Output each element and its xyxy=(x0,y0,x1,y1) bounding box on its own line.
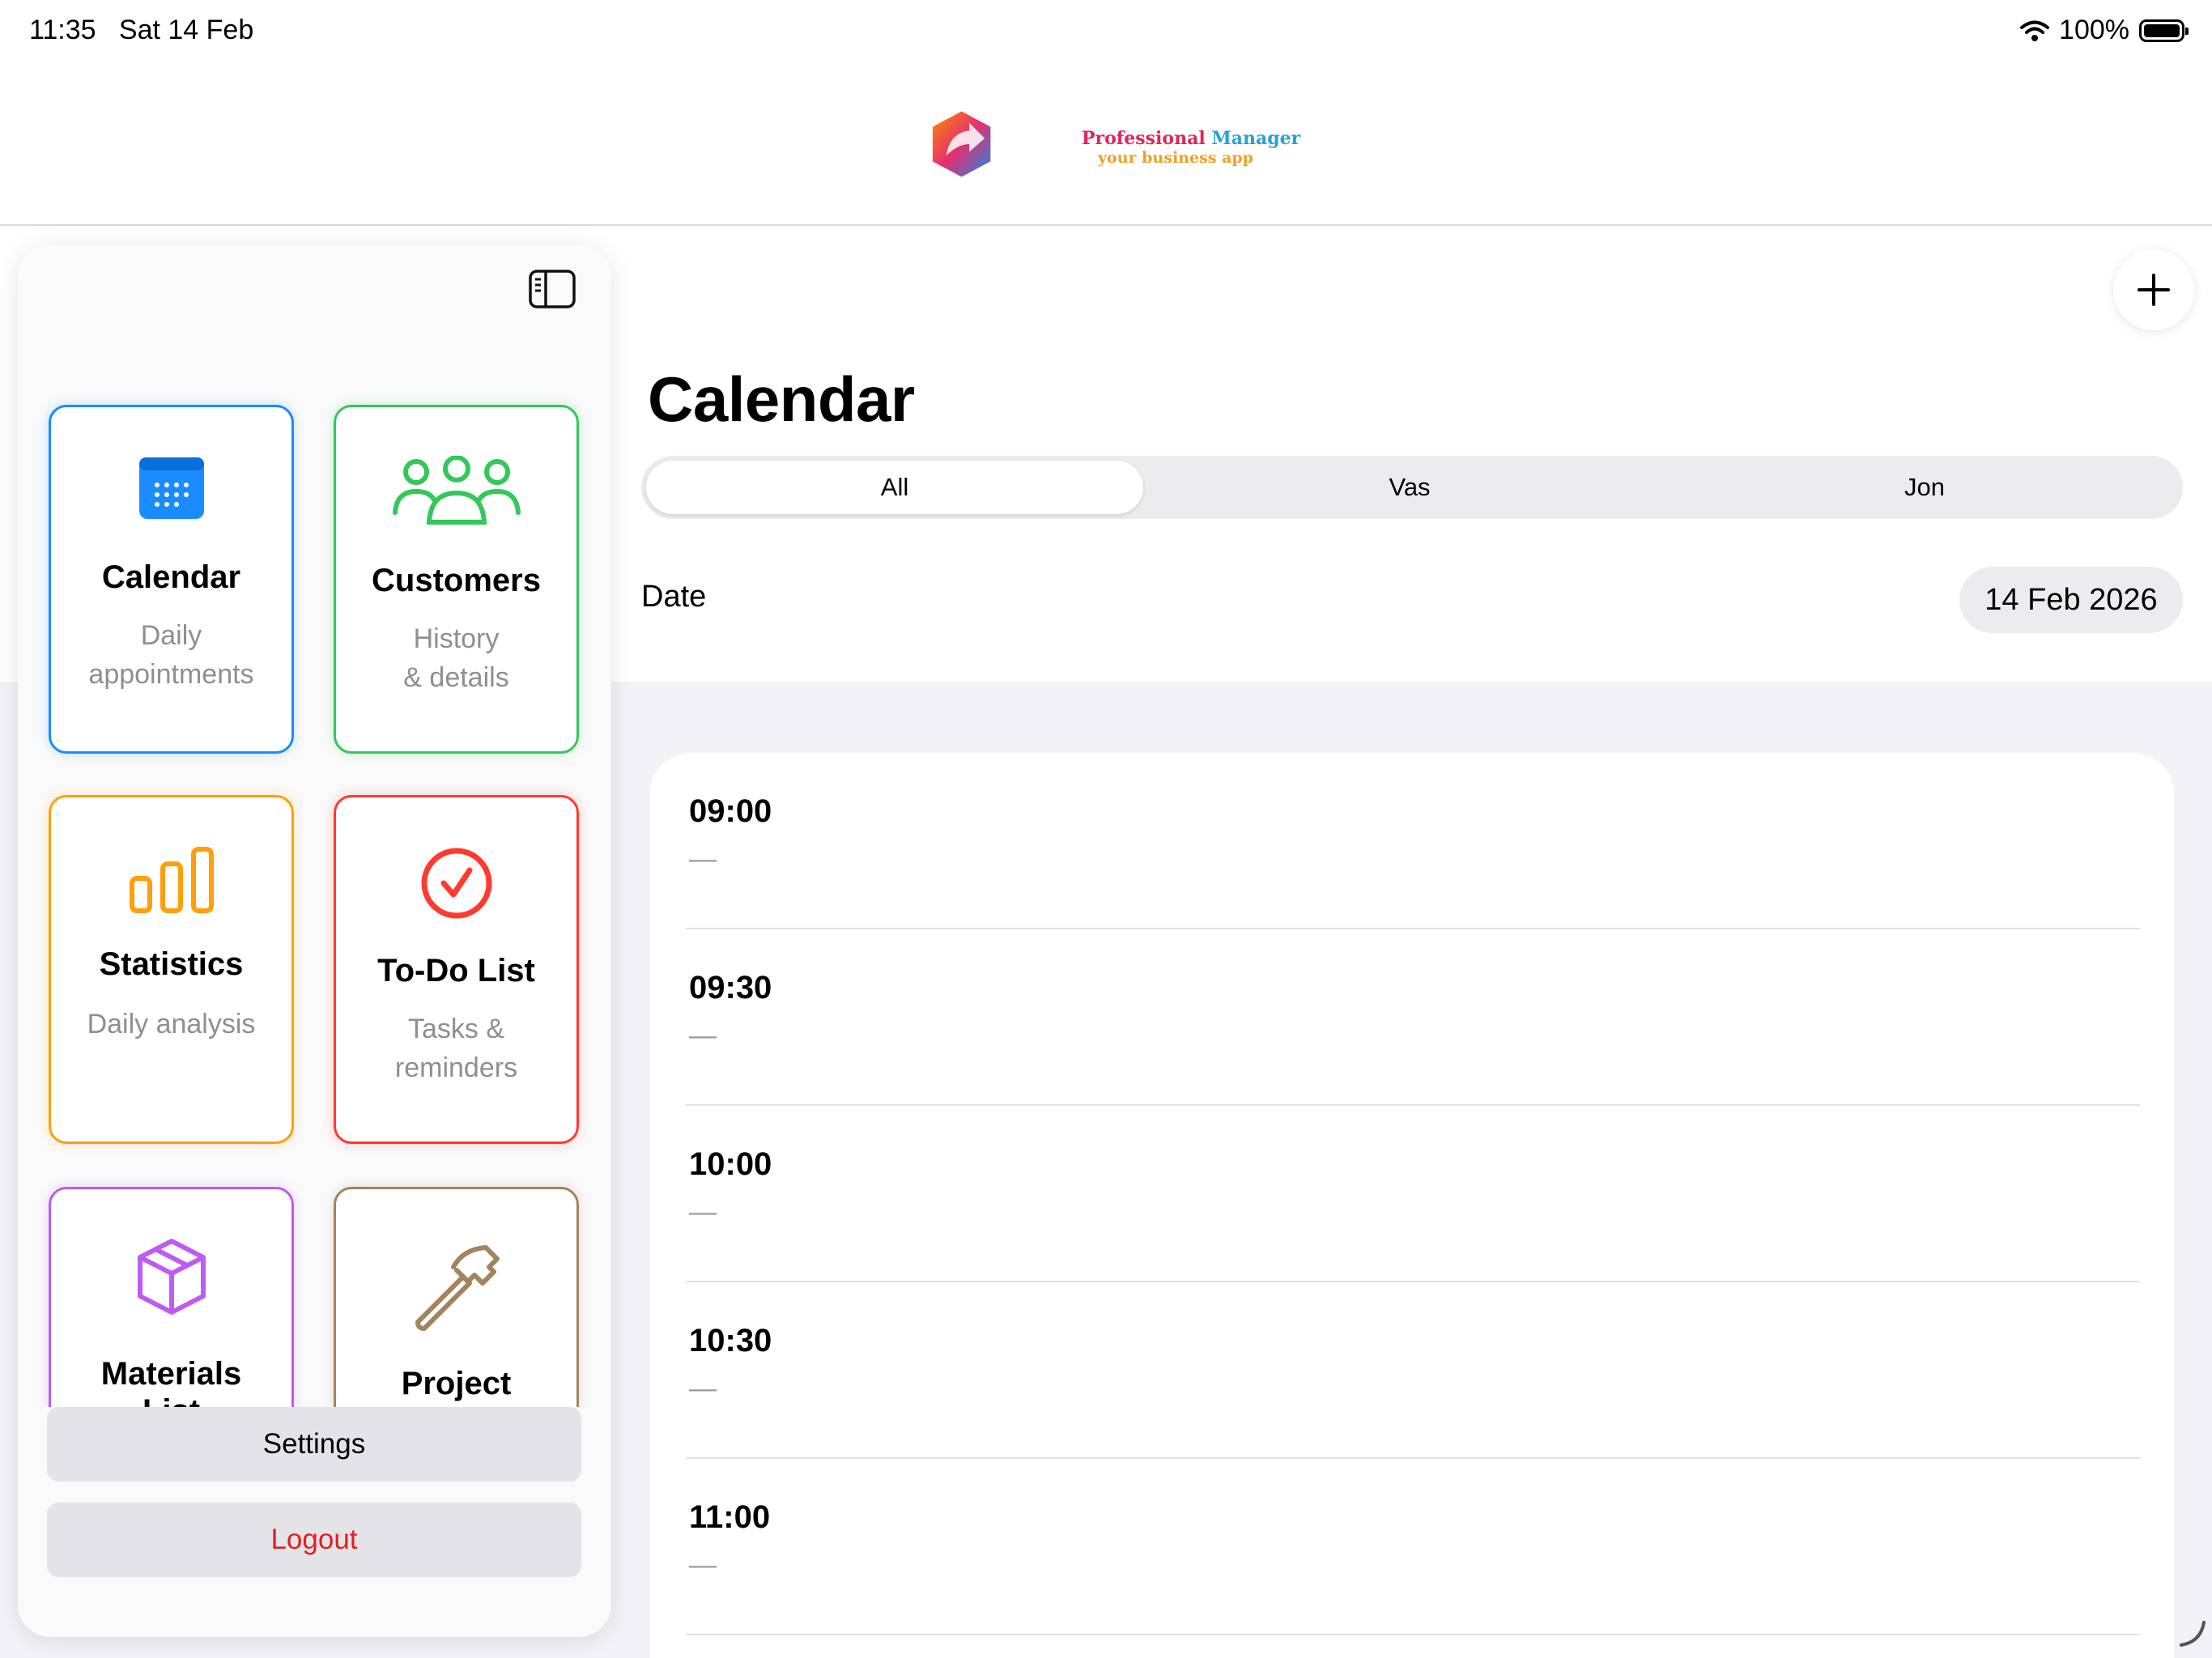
tile-title: Customers xyxy=(372,563,541,598)
time-slot[interactable]: 09:00 — xyxy=(686,753,2140,929)
tile-calendar[interactable]: Calendar Daily appointments xyxy=(49,405,294,754)
status-date: Sat 14 Feb xyxy=(118,15,254,45)
tile-subtitle-line1: Daily xyxy=(140,620,202,651)
time-slot[interactable]: 10:30 — xyxy=(686,1282,2140,1459)
box-icon xyxy=(137,1239,206,1315)
tile-subtitle-line2: & details xyxy=(403,662,509,693)
staff-filter-segmented-control: All Vas Jon xyxy=(641,456,2183,519)
segment-jon[interactable]: Jon xyxy=(1676,461,2173,514)
tile-title: Calendar xyxy=(101,559,241,595)
tile-subtitle-line2: appointments xyxy=(88,659,254,690)
slot-empty-indicator: — xyxy=(689,1550,717,1580)
sidebar-footer: Settings Logout xyxy=(18,1407,611,1637)
wifi-icon xyxy=(2020,20,2050,41)
tile-subtitle-line1: Tasks & xyxy=(407,1014,505,1044)
segment-all[interactable]: All xyxy=(646,461,1143,514)
slot-empty-indicator: — xyxy=(689,1197,717,1227)
time-slot[interactable]: 09:30 — xyxy=(686,929,2140,1106)
slot-time: 09:00 xyxy=(689,793,772,829)
slot-empty-indicator: — xyxy=(689,1373,717,1404)
header-divider xyxy=(0,224,2212,226)
tile-todo-list[interactable]: To-Do List Tasks & reminders xyxy=(334,795,579,1144)
sidebar-toggle-icon[interactable] xyxy=(528,269,576,309)
tile-subtitle-line1: History xyxy=(413,623,500,654)
checkmark-circle-icon xyxy=(421,848,491,919)
slot-empty-indicator: — xyxy=(689,844,717,874)
tile-title: Materials xyxy=(100,1356,242,1392)
tile-title: Statistics xyxy=(99,946,244,982)
calendar-icon xyxy=(138,457,204,519)
slot-empty-indicator: — xyxy=(689,1020,717,1051)
tile-title: Project xyxy=(401,1366,512,1401)
tile-subtitle-line2: reminders xyxy=(394,1052,518,1083)
add-button[interactable] xyxy=(2113,249,2194,330)
logo-text: Professional Manager your business app xyxy=(1082,128,1300,167)
plus-icon xyxy=(2138,274,2170,306)
battery-icon xyxy=(2139,19,2189,42)
time-slot[interactable]: 10:00 — xyxy=(686,1106,2140,1282)
status-time: 11:35 Sat 14 Feb xyxy=(29,15,253,46)
hammer-icon xyxy=(415,1245,500,1331)
people-icon xyxy=(392,456,521,525)
tile-subtitle-line1: Daily analysis xyxy=(87,1009,256,1039)
battery-percent: 100% xyxy=(2059,15,2129,45)
logo-word-professional: Professional xyxy=(1082,128,1206,149)
status-clock: 11:35 xyxy=(29,15,96,45)
slot-time: 10:00 xyxy=(689,1146,772,1182)
settings-button[interactable]: Settings xyxy=(47,1407,581,1482)
chart-icon xyxy=(129,847,214,913)
time-slot[interactable]: 11:00 — xyxy=(686,1459,2140,1635)
loading-spinner-icon xyxy=(2180,1621,2206,1647)
app-logo xyxy=(932,111,991,177)
day-timeline: 09:00 — 09:30 — 10:00 — 10:30 — 11:00 — xyxy=(650,753,2174,1658)
sidebar: Calendar Daily appointments Customers Hi… xyxy=(18,244,611,1637)
slot-time: 11:00 xyxy=(689,1499,771,1535)
date-label: Date xyxy=(641,580,707,614)
logo-word-manager: Manager xyxy=(1211,128,1301,149)
logo-tagline: your business app xyxy=(1098,149,1253,167)
tile-statistics[interactable]: Statistics Daily analysis xyxy=(49,795,294,1144)
slot-time: 09:30 xyxy=(689,970,772,1005)
status-indicators: 100% xyxy=(2020,15,2189,46)
date-picker[interactable]: 14 Feb 2026 xyxy=(1959,567,2183,633)
slot-time: 10:30 xyxy=(689,1323,772,1358)
tile-customers[interactable]: Customers History & details xyxy=(334,405,579,754)
page-title: Calendar xyxy=(648,363,915,435)
logout-button[interactable]: Logout xyxy=(47,1503,581,1577)
tile-title: To-Do List xyxy=(377,953,535,988)
segment-vas[interactable]: Vas xyxy=(1161,461,1658,514)
